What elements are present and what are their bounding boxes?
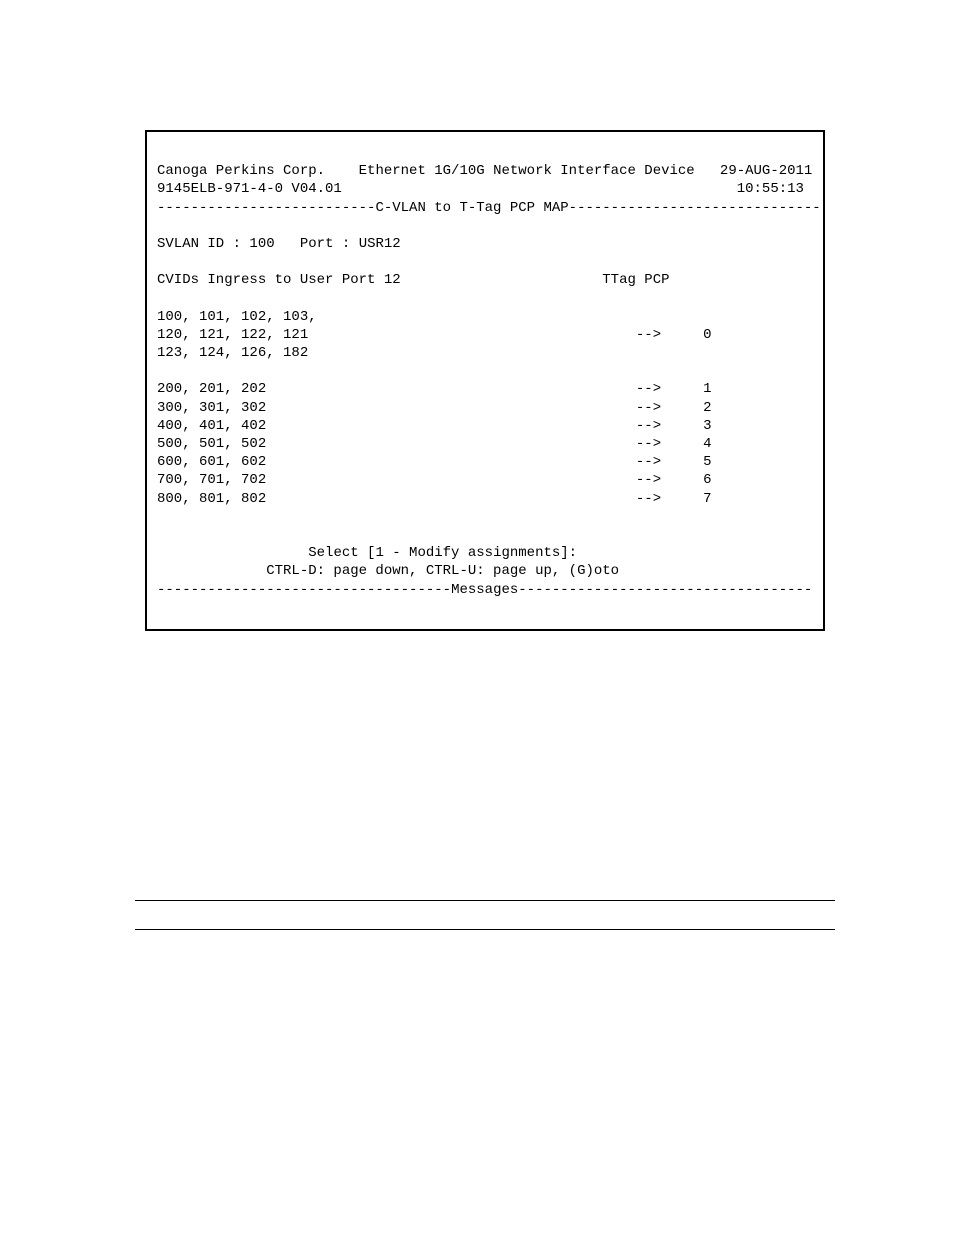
blank-4 (157, 363, 165, 379)
cvids-ttag-header: CVIDs Ingress to User Port 12 TTag PCP (157, 272, 670, 288)
row-arrow: --> (636, 454, 661, 470)
row-cvids: 400, 401, 402 (157, 418, 266, 434)
hr-top (135, 900, 835, 901)
header-line1: Canoga Perkins Corp. Ethernet 1G/10G Net… (157, 163, 812, 179)
row-cvids: 700, 701, 702 (157, 472, 266, 488)
row-arrow: --> (636, 491, 661, 507)
row-pcp: 6 (703, 472, 711, 488)
svlan-label: SVLAN ID : (157, 236, 241, 252)
table-row: 600, 601, 602 --> 5 (157, 454, 712, 470)
row-cvids: 600, 601, 602 (157, 454, 266, 470)
svlan-id: 100 (249, 236, 274, 252)
group0-line3: 123, 124, 126, 182 (157, 345, 308, 361)
terminal-screen: Canoga Perkins Corp. Ethernet 1G/10G Net… (145, 130, 825, 631)
group0-line1: 100, 101, 102, 103, (157, 309, 317, 325)
messages-title: Messages (451, 582, 518, 598)
device-desc: Ethernet 1G/10G Network Interface Device (359, 163, 695, 179)
date: 29-AUG-2011 (720, 163, 812, 179)
table-row: 300, 301, 302 --> 2 (157, 400, 712, 416)
port-value: USR12 (359, 236, 401, 252)
group0-pcp: 0 (703, 327, 711, 343)
header-line2: 9145ELB-971-4-0 V04.01 10:55:13 (157, 181, 804, 197)
blank-3 (157, 291, 165, 307)
table-row: 500, 501, 502 --> 4 (157, 436, 712, 452)
row-pcp: 7 (703, 491, 711, 507)
blank-1 (157, 218, 165, 234)
row-cvids: 800, 801, 802 (157, 491, 266, 507)
time: 10:55:13 (737, 181, 804, 197)
port-label: Port : (300, 236, 350, 252)
row-cvids: 500, 501, 502 (157, 436, 266, 452)
table-row: 200, 201, 202 --> 1 (157, 381, 712, 397)
select-prompt[interactable]: Select [1 - Modify assignments]: (157, 545, 577, 561)
messages-divider: -----------------------------------Messa… (157, 582, 812, 598)
blank-5 (157, 509, 165, 525)
row-cvids: 200, 201, 202 (157, 381, 266, 397)
table-row: 700, 701, 702 --> 6 (157, 472, 712, 488)
blank-2 (157, 254, 165, 270)
cvids-header: CVIDs Ingress to User Port 12 (157, 272, 401, 288)
blank-6 (157, 527, 165, 543)
row-arrow: --> (636, 400, 661, 416)
nav-help: CTRL-D: page down, CTRL-U: page up, (G)o… (157, 563, 619, 579)
hr-bottom (135, 929, 835, 930)
group0-cvids-2: 120, 121, 122, 121 (157, 327, 308, 343)
row-pcp: 2 (703, 400, 711, 416)
row-pcp: 1 (703, 381, 711, 397)
svlan-port-line: SVLAN ID : 100 Port : USR12 (157, 236, 401, 252)
row-arrow: --> (636, 381, 661, 397)
table-row: 400, 401, 402 --> 3 (157, 418, 712, 434)
row-arrow: --> (636, 472, 661, 488)
company-name: Canoga Perkins Corp. (157, 163, 325, 179)
group0-arrow: --> (636, 327, 661, 343)
row-arrow: --> (636, 436, 661, 452)
page-rules (135, 900, 835, 958)
row-cvids: 300, 301, 302 (157, 400, 266, 416)
table-row: 800, 801, 802 --> 7 (157, 491, 712, 507)
row-pcp: 3 (703, 418, 711, 434)
row-arrow: --> (636, 418, 661, 434)
row-pcp: 5 (703, 454, 711, 470)
ttag-header: TTag PCP (602, 272, 669, 288)
section-title: C-VLAN to T-Tag PCP MAP (375, 200, 568, 216)
section-divider: --------------------------C-VLAN to T-Ta… (157, 200, 821, 216)
group0-line2: 120, 121, 122, 121 --> 0 (157, 327, 712, 343)
model: 9145ELB-971-4-0 V04.01 (157, 181, 342, 197)
row-pcp: 4 (703, 436, 711, 452)
